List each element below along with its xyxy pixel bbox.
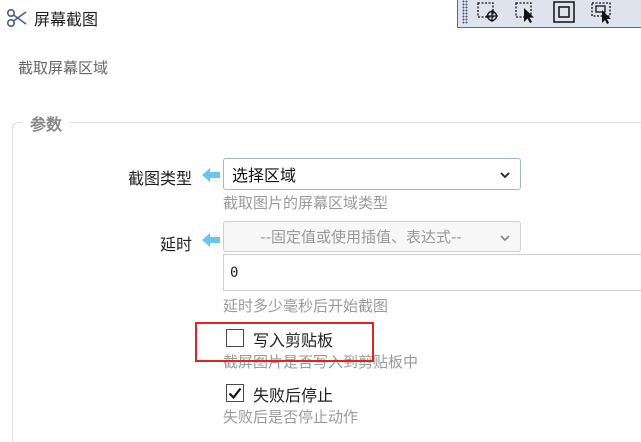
title-bar: 屏幕截图 <box>6 6 98 30</box>
section-title: 参数 <box>22 111 71 135</box>
stop-on-fail-hint: 失败后是否停止动作 <box>223 408 359 426</box>
select-pointer-icon[interactable] <box>514 0 538 24</box>
scissors-icon <box>6 7 28 29</box>
capture-region-icon[interactable] <box>476 0 500 24</box>
capture-window-icon[interactable] <box>552 0 576 24</box>
capture-type-value: 选择区域 <box>232 166 297 185</box>
toolbar-grip-handle[interactable] <box>462 0 468 24</box>
chevron-down-icon <box>498 167 512 181</box>
chevron-down-icon <box>498 230 512 244</box>
delay-input[interactable]: 0 <box>223 254 641 291</box>
checkmark-icon <box>228 387 242 400</box>
capture-type-label: 截图类型 <box>127 169 192 188</box>
capture-type-select[interactable]: 选择区域 <box>223 158 521 190</box>
delay-expression-select[interactable]: --固定值或使用插值、表达式-- <box>223 221 521 252</box>
stop-on-fail-checkbox[interactable] <box>226 384 244 402</box>
stop-on-fail-label: 失败后停止 <box>253 386 334 405</box>
delay-label: 延时 <box>159 235 192 254</box>
highlight-box <box>195 322 374 362</box>
arrow-left-icon <box>201 232 221 248</box>
capture-type-hint: 截取图片的屏幕区域类型 <box>223 194 389 212</box>
page-description: 截取屏幕区域 <box>18 59 109 77</box>
page-title: 屏幕截图 <box>34 10 99 29</box>
capture-toolbar <box>457 0 641 28</box>
arrow-left-icon <box>201 167 221 183</box>
capture-element-icon[interactable] <box>590 0 614 24</box>
delay-expression-placeholder: --固定值或使用插值、表达式-- <box>260 228 462 246</box>
delay-hint: 延时多少毫秒后开始截图 <box>223 297 389 315</box>
